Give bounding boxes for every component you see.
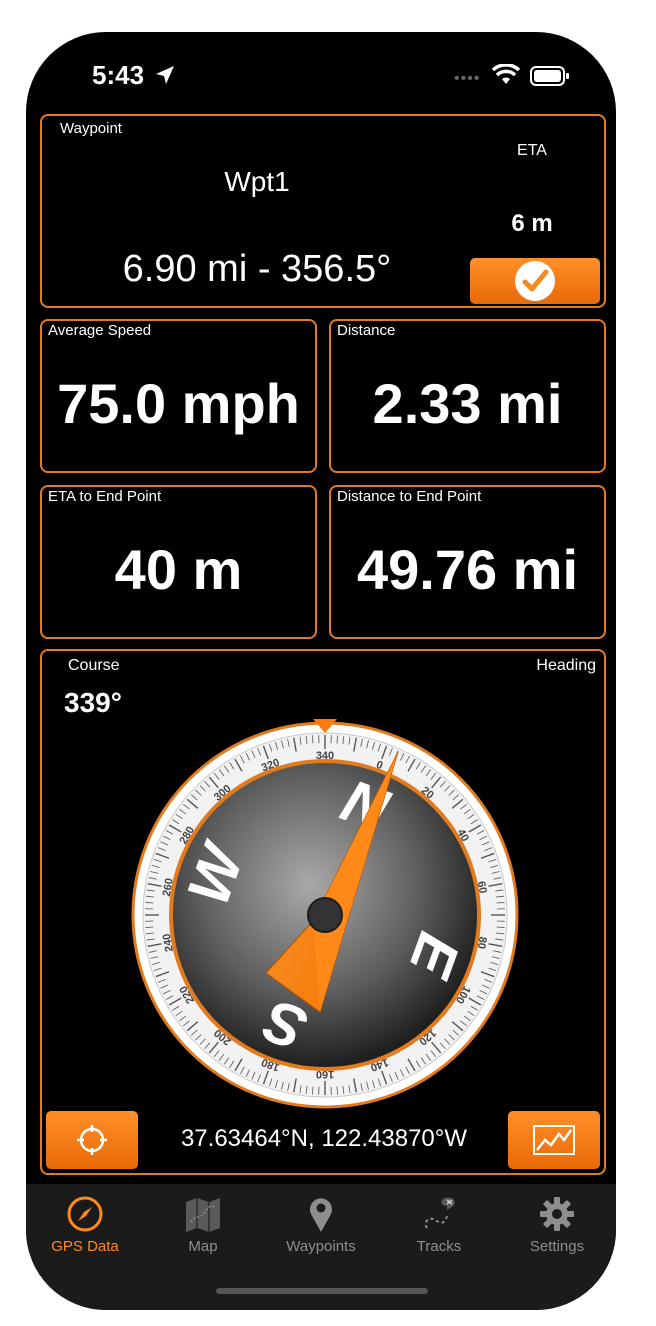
- dial-tick: [145, 902, 154, 904]
- tab-label: Settings: [529, 1238, 585, 1255]
- pin-icon: [310, 1198, 332, 1232]
- waypoint-label: Waypoint: [60, 120, 122, 137]
- map-icon: [186, 1198, 220, 1232]
- distance-value: 2.33 mi: [372, 372, 563, 435]
- distance-label: Distance: [337, 322, 396, 339]
- distance-end-point-value: 49.76 mi: [356, 538, 579, 601]
- crosshair-icon: [77, 1125, 107, 1155]
- course-value: 339°: [64, 687, 122, 718]
- dial-tick: [145, 926, 154, 928]
- distance-tile: Distance 2.33 mi: [329, 319, 606, 473]
- dial-tick: [496, 902, 505, 904]
- compass-icon: [67, 1196, 103, 1232]
- distance-end-point-label: Distance to End Point: [337, 488, 482, 505]
- gear-icon: [540, 1197, 574, 1231]
- needle-pivot: [307, 897, 343, 933]
- tab-tracks[interactable]: Tracks: [380, 1184, 498, 1274]
- compass-dial: 0204060801001201401601802002202402602803…: [131, 719, 519, 1109]
- tab-label: Tracks: [416, 1238, 462, 1255]
- average-speed-tile: Average Speed 75.0 mph: [40, 319, 317, 473]
- locate-button[interactable]: [46, 1111, 138, 1169]
- dial-tick: [336, 735, 338, 744]
- status-time: 5:43: [92, 60, 145, 90]
- coordinates: 37.63464°N, 122.43870°W: [180, 1125, 468, 1152]
- wifi-icon: [492, 64, 520, 84]
- tab-gps-data[interactable]: GPS Data: [26, 1184, 144, 1274]
- app-screen: 5:43 •••• Waypoint Wpt1 6.90 mi - 356.5°…: [26, 32, 616, 1310]
- dial-tick: [312, 735, 314, 744]
- compass-panel: Course 339° Heading 0 20 40 60 80 100 120 140 16…: [40, 649, 606, 1175]
- waypoint-name: Wpt1: [224, 166, 290, 197]
- eta-label: ETA: [517, 142, 547, 159]
- eta-value: 6 m: [511, 210, 553, 237]
- dial-tick: [496, 926, 505, 928]
- tab-label: Waypoints: [286, 1238, 356, 1255]
- tab-label: Map: [188, 1238, 218, 1255]
- signal-dots-icon: ••••: [454, 70, 481, 87]
- eta-end-point-tile: ETA to End Point 40 m: [40, 485, 317, 639]
- checkmark-icon: [515, 261, 555, 301]
- location-arrow-icon: [156, 66, 174, 84]
- tab-settings[interactable]: Settings: [498, 1184, 616, 1274]
- confirm-waypoint-button[interactable]: [470, 258, 600, 304]
- heading-label: Heading: [536, 657, 596, 674]
- average-speed-label: Average Speed: [48, 322, 152, 339]
- average-speed-value: 75.0 mph: [57, 372, 300, 435]
- chart-button[interactable]: [508, 1111, 600, 1169]
- tracks-icon: [424, 1197, 455, 1229]
- eta-end-point-value: 40 m: [114, 538, 243, 601]
- home-indicator: [216, 1288, 428, 1294]
- battery-icon: [530, 66, 569, 86]
- tab-label: GPS Data: [51, 1238, 119, 1255]
- dial-tick: [312, 1086, 314, 1095]
- course-label: Course: [68, 657, 120, 674]
- tab-map[interactable]: Map: [144, 1184, 262, 1274]
- waypoint-panel: Waypoint Wpt1 6.90 mi - 356.5° ETA 6 m: [40, 114, 606, 308]
- status-bar: 5:43 ••••: [26, 32, 616, 114]
- line-chart-icon: [533, 1125, 575, 1155]
- tab-waypoints[interactable]: Waypoints: [262, 1184, 380, 1274]
- distance-end-point-tile: Distance to End Point 49.76 mi: [329, 485, 606, 639]
- waypoint-distance-bearing: 6.90 mi - 356.5°: [122, 248, 392, 290]
- eta-end-point-label: ETA to End Point: [48, 488, 162, 505]
- dial-tick: [336, 1086, 338, 1095]
